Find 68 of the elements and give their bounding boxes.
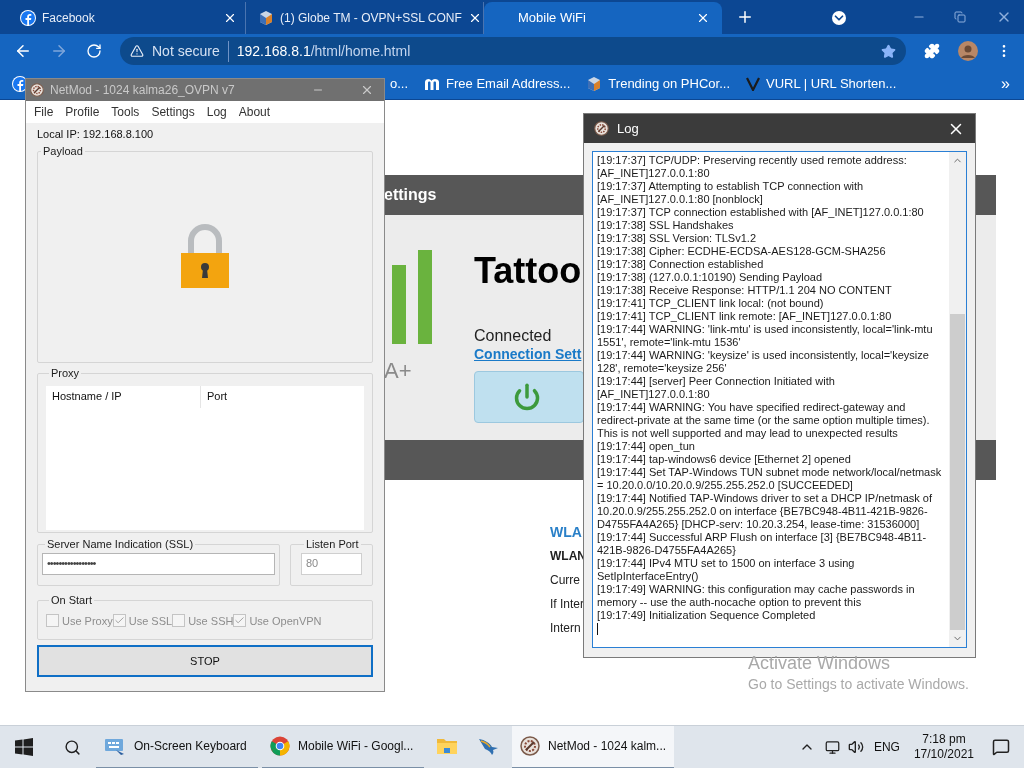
activation-title: Activate Windows xyxy=(748,652,892,674)
activation-hint: Go to Settings to activate Windows. xyxy=(748,675,969,694)
connection-settings-link[interactable]: Connection Sett xyxy=(474,345,584,363)
info-text: If Inter xyxy=(550,596,584,613)
connection-status: Connected xyxy=(474,327,553,345)
log-line: [19:17:49] Initialization Sequence Completed xyxy=(597,609,817,622)
listen-port-field[interactable]: 80 xyxy=(301,552,362,575)
bookmark-link[interactable]: VURL | URL Shorten... xyxy=(746,73,897,94)
security-label: Not secure xyxy=(152,40,229,62)
language-indicator[interactable]: ENG xyxy=(873,738,900,756)
wlan-heading: WLA xyxy=(550,523,582,542)
menu-item[interactable]: Tools xyxy=(111,103,140,121)
rating-text: A+ xyxy=(384,357,413,385)
column-header[interactable]: Hostname / IP xyxy=(46,385,201,408)
stop-button[interactable]: STOP xyxy=(37,645,373,677)
device-name: Tattoo xyxy=(474,251,583,291)
log-line: [19:17:37] TCP/UDP: Preserving recently used remote address: [AF_INET]127.0.0.1:80 xyxy=(597,154,908,180)
log-line: [19:17:44] Set TAP-Windows TUN subnet mode network/local/netmask = 10.20.0.0/10.20.0.9/255.255.252.0 [SUCCEEDED] xyxy=(597,466,943,492)
menu-item[interactable]: Log xyxy=(206,103,227,121)
bookmark-link[interactable]: Trending on PHCor... xyxy=(586,73,730,94)
url-text: 192.168.8.1/html/home.html xyxy=(236,41,411,61)
menu-item[interactable]: About xyxy=(238,103,271,121)
menu-item[interactable]: File xyxy=(34,103,54,121)
clock[interactable]: 7:18 pm 17/10/2021 xyxy=(913,732,974,762)
more-bookmarks[interactable]: » xyxy=(1001,71,1010,96)
address-bar[interactable]: Not secure 192.168.8.1/html/home.html xyxy=(120,37,906,65)
sni-field[interactable]: ••••••••••••••••• xyxy=(42,552,275,575)
log-line: [19:17:44] WARNING: You have specified redirect-gateway and redirect-private at the same time (or the same option multiple times). This is not well supported and may lead to unexpected results xyxy=(597,401,931,440)
log-line: [19:17:38] Connection established xyxy=(597,258,765,271)
log-line: [19:17:37] TCP connection established with [AF_INET]127.0.0.1:80 xyxy=(597,206,925,219)
group-label: Listen Port xyxy=(305,537,360,552)
taskbar-app[interactable]: On-Screen Keyboard xyxy=(96,725,258,768)
log-line: [19:17:49] WARNING: this configuration may cache passwords in memory -- use the auth-nocache option to prevent this xyxy=(597,583,916,609)
taskbar-app[interactable]: NetMod - 1024 kalm... xyxy=(512,725,674,768)
log-line: [19:17:37] Attempting to establish TCP connection with [AF_INET]127.0.0.1:80 [nonblock] xyxy=(597,180,865,206)
info-text: Curre xyxy=(550,572,580,589)
log-line: [19:17:44] WARNING: 'link-mtu' is used inconsistently, local='link-mtu 1551', remote='link-mtu 1536' xyxy=(597,323,934,349)
log-line: [19:17:44] Notified TAP-Windows driver to set a DHCP IP/netmask of 10.20.0.9/255.255.252.0 on interface {BE7BC948-4B11-421B-9826-D4755FA4A265} [DHCP-serv: 10.20.3.254, lease-time: 31536000] xyxy=(597,492,934,531)
info-text: Intern xyxy=(550,620,581,637)
browser-tab[interactable]: Mobile WiFi xyxy=(484,2,722,34)
group-label: Server Name Indication (SSL) xyxy=(46,537,195,552)
log-line: [19:17:38] SSL Handshakes xyxy=(597,219,735,232)
log-line: [19:17:44] IPv4 MTU set to 1500 on interface 3 using SetIpInterfaceEntry() xyxy=(597,557,856,583)
menu-item[interactable]: Settings xyxy=(151,103,195,121)
log-line: [19:17:44] WARNING: 'keysize' is used inconsistently, local='keysize 128', remote='keysize 256' xyxy=(597,349,930,375)
section-title: ettings xyxy=(384,185,437,205)
log-line: [19:17:44] [server] Peer Connection Initiated with [AF_INET]127.0.0.1:80 xyxy=(597,375,836,401)
window-title: NetMod - 1024 kalma26_OVPN v7 xyxy=(50,82,236,99)
log-line: [19:17:44] open_tun xyxy=(597,440,696,453)
proxy-list[interactable]: Hostname / IP Port xyxy=(46,385,364,530)
bookmark-link[interactable]: Free Email Address... xyxy=(424,73,571,94)
group-label: Payload xyxy=(42,144,84,159)
window-title: Log xyxy=(617,119,640,138)
log-line: [19:17:38] SSL Version: TLSv1.2 xyxy=(597,232,757,245)
taskbar-app[interactable]: Mobile WiFi - Googl... xyxy=(262,725,424,768)
log-line: [19:17:38] Receive Response: HTTP/1.1 204 NO CONTENT xyxy=(597,284,893,297)
column-header[interactable]: Port xyxy=(201,385,364,408)
bookmark-link[interactable]: o... xyxy=(390,73,409,94)
log-line: [19:17:38] Cipher: ECDHE-ECDSA-AES128-GCM-SHA256 xyxy=(597,245,887,258)
group-label: Proxy xyxy=(50,366,81,381)
log-line: [19:17:38] (127.0.0.1:10190) Sending Payload xyxy=(597,271,824,284)
group-label: On Start xyxy=(50,593,93,608)
local-ip-text: Local IP: 192.168.8.100 xyxy=(37,127,155,141)
log-line: [19:17:44] Successful ARP Flush on interface [3] {BE7BC948-4B11-421B-9826-D4755FA4A265} xyxy=(597,531,928,557)
log-line: [19:17:41] TCP_CLIENT link local: (not bound) xyxy=(597,297,825,310)
menu-item[interactable]: Profile xyxy=(65,103,100,121)
log-line: [19:17:44] tap-windows6 device [Ethernet 2] opened xyxy=(597,453,852,466)
log-line: [19:17:41] TCP_CLIENT link remote: [AF_INET]127.0.0.1:80 xyxy=(597,310,893,323)
